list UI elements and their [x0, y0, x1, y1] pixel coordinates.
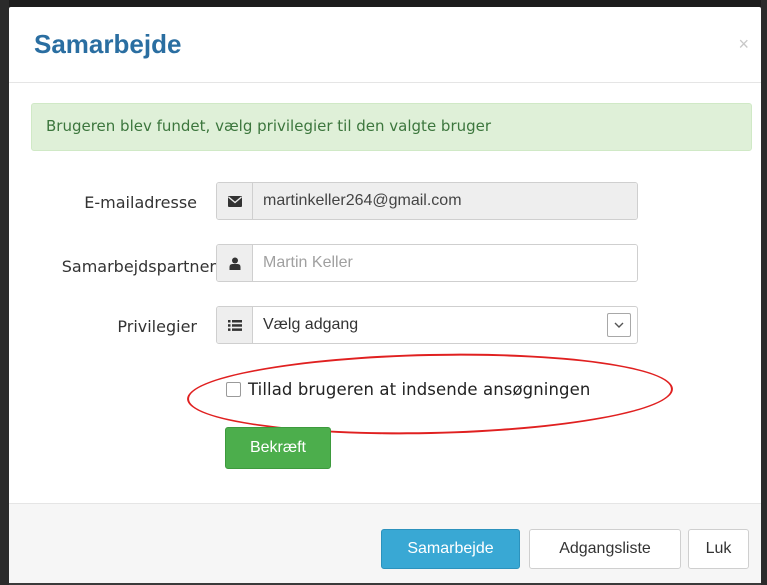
email-field[interactable]: martinkeller264@gmail.com [253, 183, 637, 219]
collaborate-button[interactable]: Samarbejde [381, 529, 520, 569]
close-button[interactable]: Luk [688, 529, 749, 569]
access-list-button[interactable]: Adgangsliste [529, 529, 681, 569]
modal-footer: Samarbejde Adgangsliste Luk [9, 503, 761, 583]
success-alert: Brugeren blev fundet, vælg privilegier t… [31, 103, 752, 151]
modal-header: Samarbejde × [9, 7, 761, 83]
privileges-select-group: Vælg adgang [216, 306, 638, 344]
confirm-button[interactable]: Bekræft [225, 427, 331, 469]
allow-submit-row: Tillad brugeren at indsende ansøgningen [226, 380, 590, 399]
partner-input-group: Martin Keller [216, 244, 638, 282]
partner-label: Samarbejdspartner [61, 257, 216, 276]
allow-submit-checkbox[interactable] [226, 382, 241, 397]
chevron-down-icon[interactable] [607, 313, 631, 337]
envelope-icon [217, 183, 253, 219]
allow-submit-label[interactable]: Tillad brugeren at indsende ansøgningen [248, 380, 590, 399]
privileges-label: Privilegier [117, 317, 197, 336]
collaboration-modal: Samarbejde × Brugeren blev fundet, vælg … [9, 7, 761, 583]
email-input-group: martinkeller264@gmail.com [216, 182, 638, 220]
backdrop-right [761, 0, 767, 585]
privileges-select[interactable]: Vælg adgang [253, 307, 607, 343]
list-icon [217, 307, 253, 343]
modal-title: Samarbejde [34, 29, 182, 59]
user-icon [217, 245, 253, 281]
backdrop-top [0, 0, 767, 7]
close-icon[interactable]: × [738, 35, 749, 53]
partner-input[interactable]: Martin Keller [253, 245, 637, 281]
email-label: E-mailadresse [84, 193, 197, 212]
backdrop-left [0, 0, 9, 585]
